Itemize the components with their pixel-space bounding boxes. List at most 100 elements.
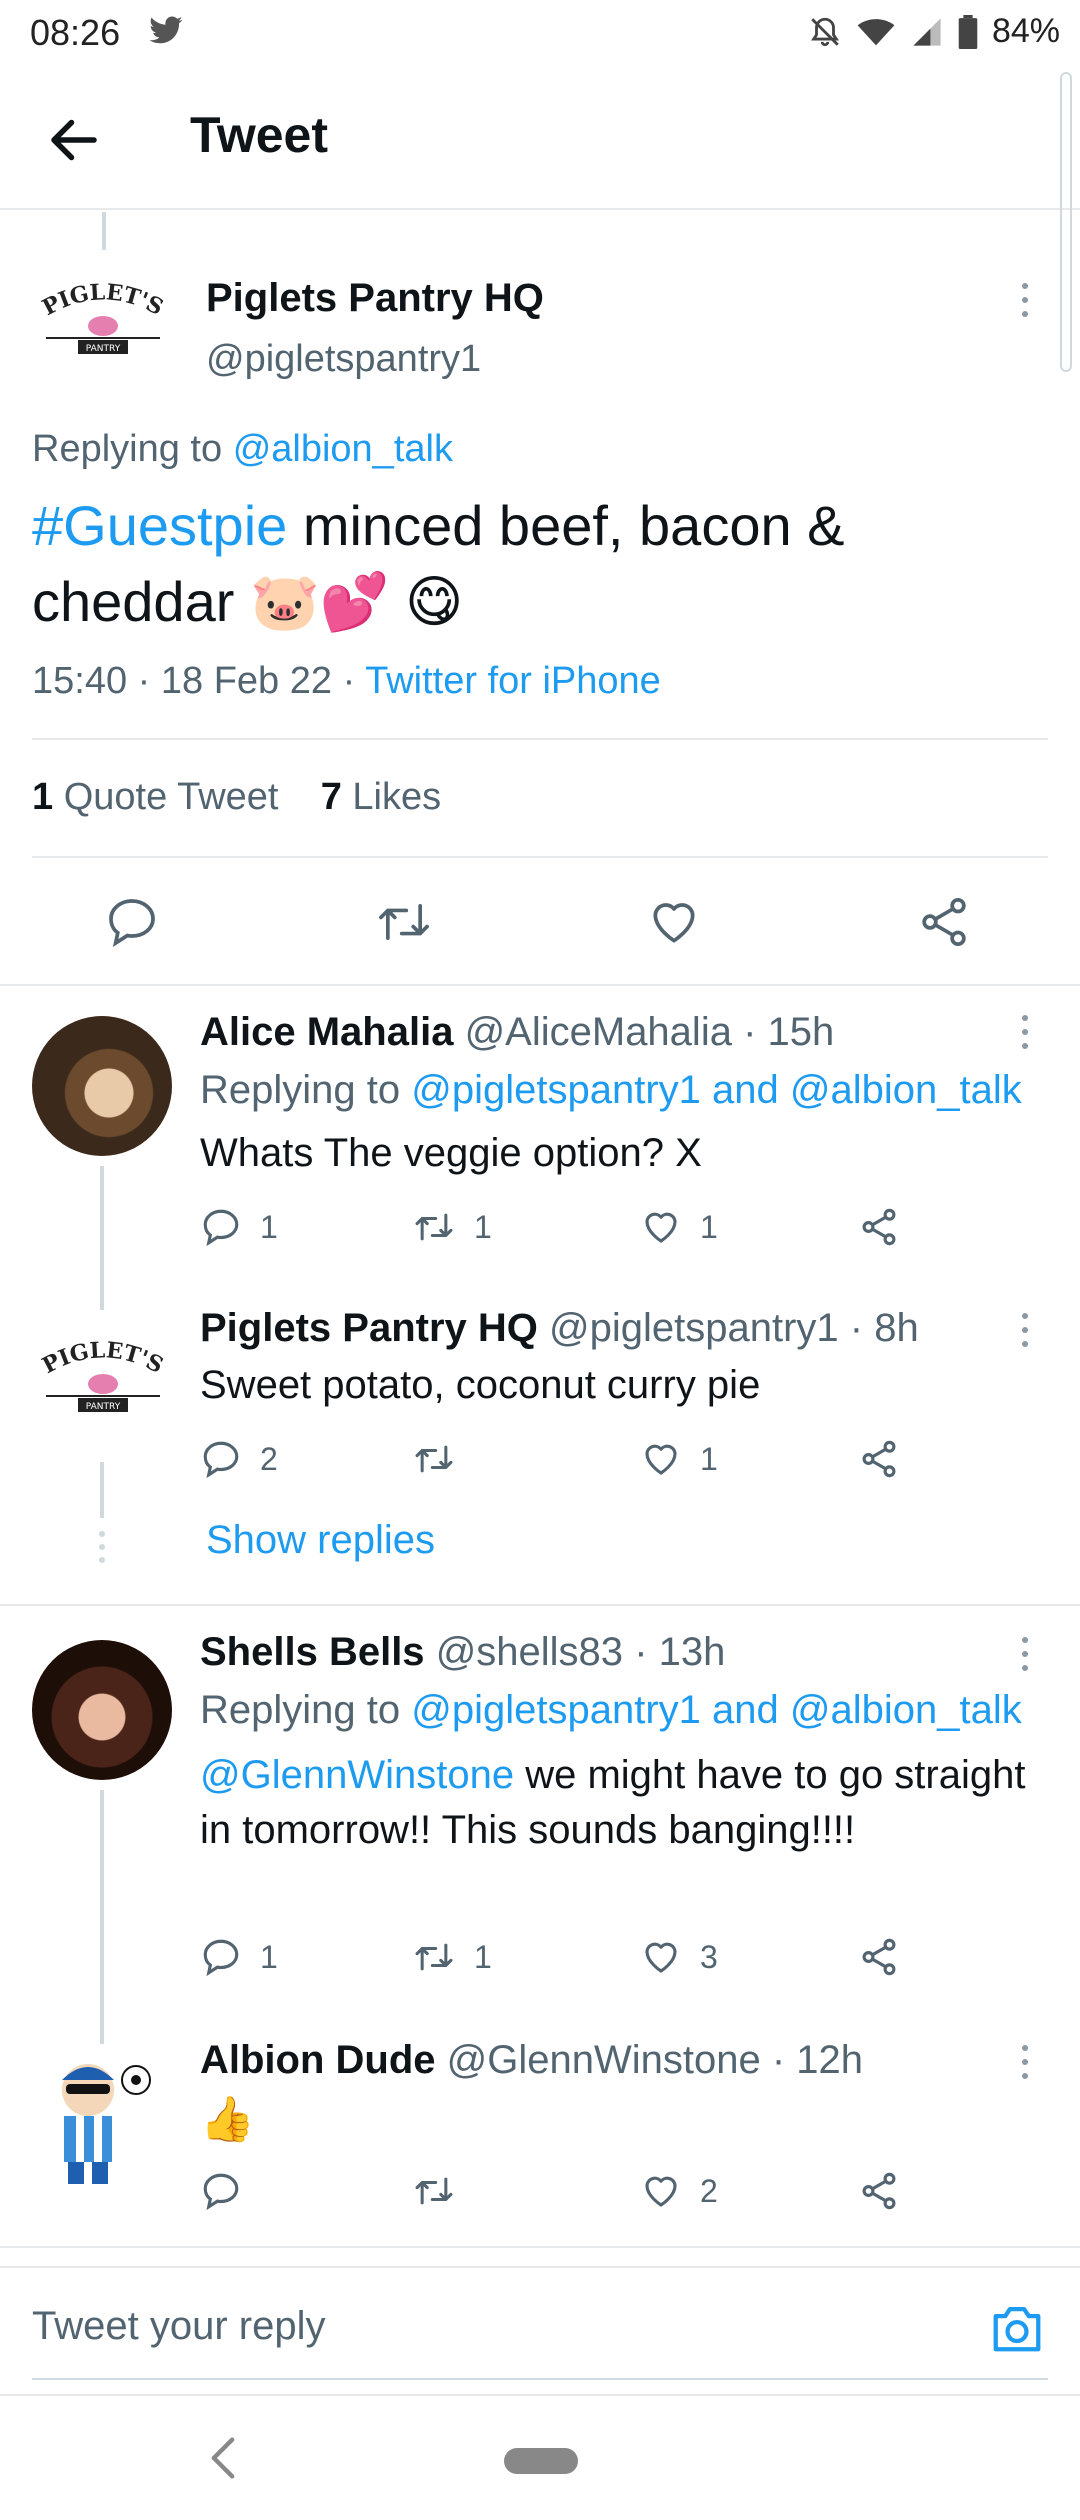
reply-count: 2 xyxy=(260,1440,278,1477)
like-count: 1 xyxy=(700,1208,718,1245)
avatar[interactable] xyxy=(32,1016,172,1156)
reply-actions: 1 1 1 xyxy=(200,1206,920,1256)
tweet-stats: 1 Quote Tweet 7 Likes xyxy=(32,776,441,819)
divider xyxy=(0,984,1080,986)
back-arrow-icon[interactable] xyxy=(44,110,104,170)
quote-tweets-link[interactable]: 1 Quote Tweet xyxy=(32,776,278,818)
share-button[interactable] xyxy=(858,1206,900,1248)
wifi-icon xyxy=(856,15,896,49)
reply-count: 1 xyxy=(260,1938,278,1975)
like-button[interactable]: 1 xyxy=(640,1438,718,1480)
show-replies-link[interactable]: Show replies xyxy=(206,1518,435,1563)
share-button[interactable] xyxy=(858,2170,900,2212)
more-icon[interactable] xyxy=(1020,280,1030,320)
thread-line xyxy=(102,212,106,250)
more-replies-dots-icon xyxy=(98,1530,106,1564)
reply-input[interactable]: Tweet your reply xyxy=(32,2304,325,2349)
reply-author-name[interactable]: Piglets Pantry HQ xyxy=(200,1306,538,1350)
replying-to-link[interactable]: @albion_talk xyxy=(233,428,453,470)
reply-actions: 1 1 3 xyxy=(200,1936,920,1986)
reply-author-handle[interactable]: @AliceMahalia xyxy=(465,1010,732,1054)
more-icon[interactable] xyxy=(1020,2042,1030,2082)
divider xyxy=(0,2246,1080,2248)
retweet-count: 1 xyxy=(474,1208,492,1245)
reply-actions: 2 1 xyxy=(200,1438,920,1488)
battery-percent: 84% xyxy=(991,12,1060,50)
battery-icon xyxy=(958,14,978,49)
more-icon[interactable] xyxy=(1020,1012,1030,1052)
reply-composer: Tweet your reply xyxy=(0,2266,1080,2394)
mention-link[interactable]: @GlennWinstone xyxy=(200,1753,514,1797)
avatar[interactable] xyxy=(36,2050,168,2190)
divider xyxy=(0,1604,1080,1606)
replying-to-link[interactable]: @pigletspantry1 and @albion_talk xyxy=(411,1688,1021,1732)
avatar[interactable]: PIGLET'S PANTRY xyxy=(28,282,178,372)
more-icon[interactable] xyxy=(1020,1634,1030,1674)
tweet-emoji: 🐷💕 😋 xyxy=(249,570,464,633)
reply-author-handle[interactable]: @GlennWinstone xyxy=(447,2038,761,2082)
mute-icon xyxy=(808,15,842,49)
retweet-button[interactable]: 1 xyxy=(412,1936,492,1978)
share-button[interactable] xyxy=(858,1438,900,1480)
like-icon[interactable] xyxy=(646,894,702,950)
tweet-meta: 15:40 · 18 Feb 22 · Twitter for iPhone xyxy=(32,660,661,702)
divider xyxy=(32,856,1048,858)
like-button[interactable]: 1 xyxy=(640,1206,718,1248)
status-time: 08:26 xyxy=(30,12,121,53)
share-button[interactable] xyxy=(858,1936,900,1978)
tweet-author-handle[interactable]: @pigletspantry1 xyxy=(206,338,481,381)
reply-icon[interactable] xyxy=(104,894,160,950)
home-pill[interactable] xyxy=(504,2448,578,2474)
reply-author-handle[interactable]: @pigletspantry1 xyxy=(549,1306,839,1350)
replying-to-link[interactable]: @pigletspantry1 and @albion_talk xyxy=(411,1068,1021,1112)
retweet-button[interactable]: 1 xyxy=(412,1206,492,1248)
reply-count: 1 xyxy=(260,1208,278,1245)
reply-text: Whats The veggie option? X xyxy=(200,1131,702,1175)
more-icon[interactable] xyxy=(1020,1310,1030,1350)
camera-icon[interactable] xyxy=(988,2302,1046,2354)
like-button[interactable]: 3 xyxy=(640,1936,718,1978)
svg-text:PIGLET'S: PIGLET'S xyxy=(38,1340,167,1379)
tweet-text: #Guestpie minced beef, bacon & cheddar 🐷… xyxy=(32,494,845,633)
page-title: Tweet xyxy=(190,107,328,163)
avatar[interactable]: PIGLET'S PANTRY xyxy=(28,1340,178,1430)
divider xyxy=(32,738,1048,740)
signal-icon xyxy=(910,15,944,49)
replying-to: Replying to @albion_talk xyxy=(32,428,453,470)
reply-text: @GlennWinstone we might have to go strai… xyxy=(200,1753,1026,1852)
thread-line xyxy=(100,1166,104,1310)
replying-to: Replying to @pigletspantry1 and @albion_… xyxy=(200,1688,1022,1732)
twitter-bird-icon xyxy=(148,16,184,46)
reply-actions: 2 xyxy=(200,2170,920,2220)
client-link[interactable]: Twitter for iPhone xyxy=(365,660,661,702)
tweet-author-name[interactable]: Piglets Pantry HQ xyxy=(206,276,544,321)
status-icons: 84% xyxy=(808,12,1060,51)
svg-text:PANTRY: PANTRY xyxy=(86,1402,121,1412)
reply-button[interactable] xyxy=(200,2170,260,2212)
reply-button[interactable]: 1 xyxy=(200,1206,278,1248)
reply-button[interactable]: 1 xyxy=(200,1936,278,1978)
likes-link[interactable]: 7 Likes xyxy=(321,776,441,818)
tweet-actions xyxy=(0,890,1080,950)
retweet-icon[interactable] xyxy=(374,894,434,950)
like-count: 1 xyxy=(700,1440,718,1477)
avatar[interactable] xyxy=(32,1640,172,1780)
header-bar: Tweet xyxy=(0,66,1080,210)
svg-text:PANTRY: PANTRY xyxy=(86,344,121,354)
reply-author-name[interactable]: Shells Bells xyxy=(200,1630,425,1674)
replying-to: Replying to @pigletspantry1 and @albion_… xyxy=(200,1068,1022,1112)
share-icon[interactable] xyxy=(916,894,972,950)
scrollbar[interactable] xyxy=(1060,72,1072,372)
retweet-button[interactable] xyxy=(412,2170,474,2212)
reply-author-handle[interactable]: @shells83 xyxy=(436,1630,623,1674)
like-button[interactable]: 2 xyxy=(640,2170,718,2212)
reply-time: · 13h xyxy=(634,1630,726,1674)
reply-button[interactable]: 2 xyxy=(200,1438,278,1480)
retweet-button[interactable] xyxy=(412,1438,474,1480)
reply-author-name[interactable]: Albion Dude xyxy=(200,2038,436,2082)
nav-back-icon[interactable] xyxy=(210,2436,236,2480)
reply-text: Sweet potato, coconut curry pie xyxy=(200,1363,761,1407)
status-bar: 08:26 84% xyxy=(0,0,1080,66)
reply-author-name[interactable]: Alice Mahalia xyxy=(200,1010,453,1054)
hashtag-link[interactable]: #Guestpie xyxy=(32,494,287,557)
